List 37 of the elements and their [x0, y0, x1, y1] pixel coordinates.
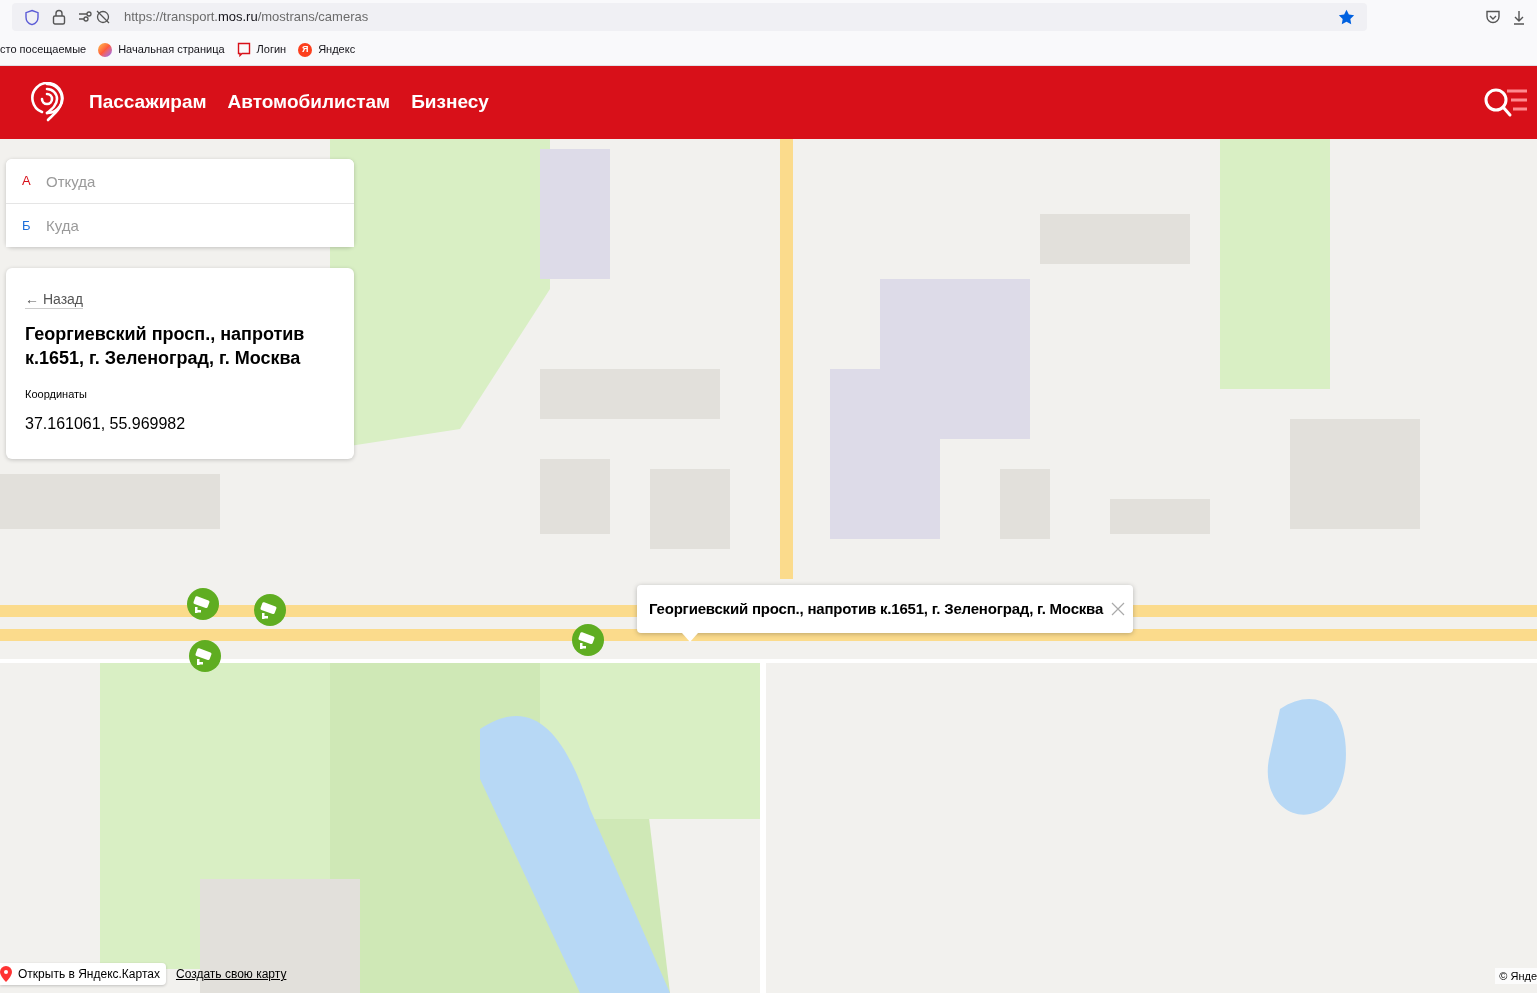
camera-marker-icon[interactable] — [188, 639, 222, 673]
nav-link[interactable]: Автомобилистам — [227, 88, 391, 117]
coordinates-text: 37.161061, 55.969982 — [25, 413, 186, 434]
permissions-icon[interactable] — [78, 9, 112, 25]
lock-icon[interactable] — [52, 9, 66, 25]
pin-icon — [0, 966, 12, 982]
pocket-icon[interactable] — [1485, 9, 1501, 25]
bookmark-link[interactable]: Начальная страница — [118, 41, 225, 58]
star-icon[interactable] — [1338, 9, 1355, 25]
coordinates-label: Координаты — [25, 387, 87, 402]
back-link[interactable]: ← Назад — [25, 290, 83, 309]
shield-icon[interactable] — [24, 8, 40, 26]
speech-bubble-icon — [236, 42, 251, 57]
bookmark-link[interactable]: Яндекс — [318, 41, 356, 58]
nav-link[interactable]: Бизнесу — [411, 88, 489, 117]
nav-link[interactable]: Пассажирам — [89, 88, 207, 117]
browser-logo-icon — [98, 42, 113, 57]
route-input[interactable]: Куда — [46, 204, 354, 247]
url-text[interactable]: https://transport.mos.ru/mostrans/cameras — [124, 7, 369, 27]
route-input[interactable]: Откуда — [46, 159, 354, 203]
popup-text: Георгиевский просп., напротив к.1651, г. Зеленоград, г. Москва — [649, 598, 1104, 619]
logo-icon[interactable] — [28, 81, 66, 124]
bookmark-link[interactable]: Логин — [256, 41, 287, 58]
open-in-maps-button[interactable]: Открыть в Яндекс.Картах — [0, 963, 166, 985]
bookmark-link[interactable]: сто посещаемые — [0, 41, 87, 58]
route-field[interactable]: А Откуда — [6, 159, 354, 203]
address-title: Георгиевский просп., напротив к.1651, г. Зеленоград, г. Москва — [25, 323, 306, 370]
yandex-logo-icon: Я — [298, 42, 313, 57]
camera-marker-icon[interactable] — [253, 593, 287, 627]
camera-marker-icon[interactable] — [571, 623, 605, 657]
create-map-link[interactable]: Создать свою карту — [175, 965, 287, 983]
download-icon[interactable] — [1513, 9, 1525, 25]
point-letter: Б — [22, 216, 30, 235]
point-letter: А — [22, 172, 30, 191]
route-field[interactable]: Б Куда — [6, 203, 354, 247]
search-menu-icon[interactable] — [1483, 86, 1529, 119]
camera-marker-icon[interactable] — [186, 587, 220, 621]
